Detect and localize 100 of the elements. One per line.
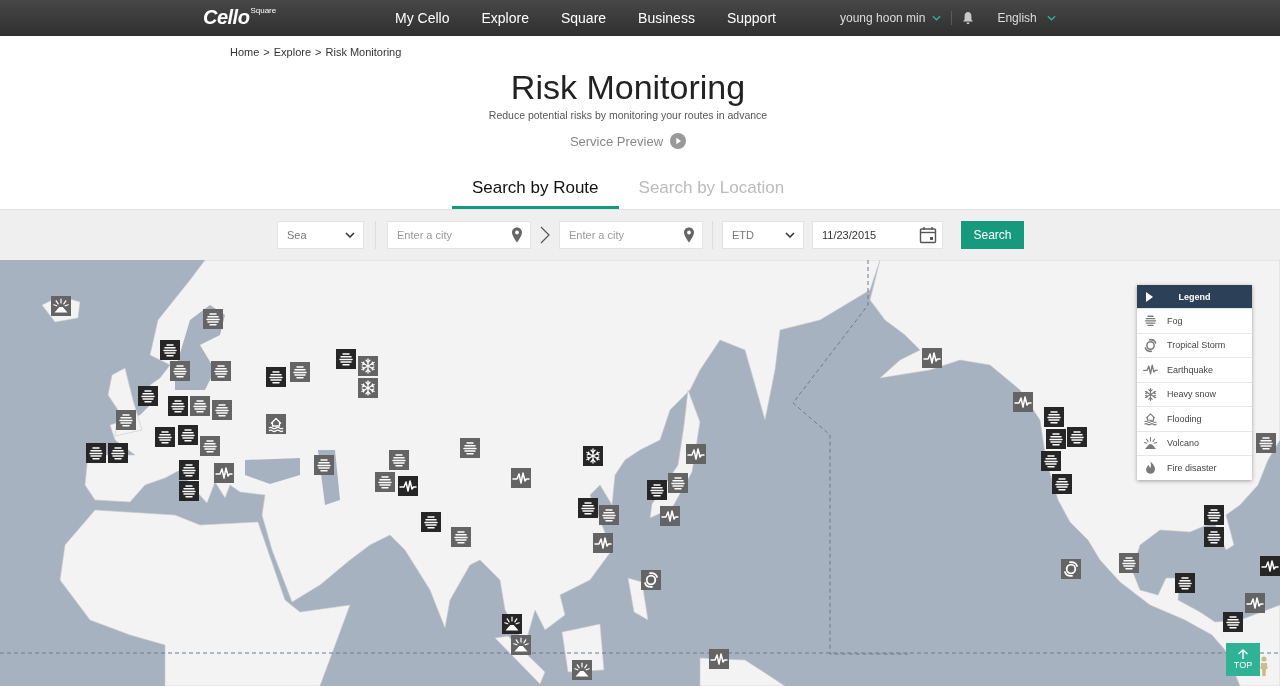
map-pin-icon[interactable] xyxy=(683,227,695,243)
legend-label: Fire disaster xyxy=(1167,462,1217,473)
breadcrumb-link[interactable]: Risk Monitoring xyxy=(325,45,402,59)
zigzag-marker-icon[interactable] xyxy=(1245,593,1265,613)
legend-label: Fog xyxy=(1167,315,1183,326)
calendar-icon[interactable] xyxy=(919,226,937,244)
fog-marker-icon[interactable] xyxy=(1223,612,1243,632)
snowflake-marker-icon[interactable] xyxy=(358,356,378,376)
flood-icon xyxy=(1142,410,1159,428)
fog-marker-icon[interactable] xyxy=(647,480,667,500)
zigzag-marker-icon[interactable] xyxy=(214,463,234,483)
date-field[interactable]: 11/23/2015 xyxy=(812,221,943,249)
fog-marker-icon[interactable] xyxy=(1175,573,1195,593)
fog-marker-icon[interactable] xyxy=(599,505,619,525)
fog-marker-icon[interactable] xyxy=(451,527,471,547)
bell-icon[interactable] xyxy=(962,11,975,25)
legend-label: Tropical Storm xyxy=(1167,340,1226,351)
volcano-marker-icon[interactable] xyxy=(511,635,531,655)
breadcrumb-link[interactable]: Home xyxy=(230,45,260,59)
nav-link[interactable]: Square xyxy=(560,10,607,26)
fog-marker-icon[interactable] xyxy=(1046,429,1066,449)
nav-link[interactable]: Support xyxy=(726,10,776,26)
nav-link[interactable]: My Cello xyxy=(395,10,450,26)
zigzag-marker-icon[interactable] xyxy=(398,476,418,496)
fog-marker-icon[interactable] xyxy=(314,455,334,475)
fog-marker-icon[interactable] xyxy=(200,436,220,456)
fog-marker-icon[interactable] xyxy=(178,425,198,445)
legend-label: Flooding xyxy=(1167,413,1202,424)
fog-marker-icon[interactable] xyxy=(266,367,286,387)
origin-city-field[interactable]: Enter a city xyxy=(387,221,531,249)
fog-marker-icon[interactable] xyxy=(108,443,128,463)
zigzag-marker-icon[interactable] xyxy=(660,506,680,526)
fog-marker-icon[interactable] xyxy=(389,450,409,470)
service-preview-link[interactable]: Service Preview xyxy=(569,133,664,149)
fog-marker-icon[interactable] xyxy=(155,427,175,447)
nav-link[interactable]: Business xyxy=(638,10,695,26)
chevron-down-icon xyxy=(1046,15,1056,21)
fog-marker-icon[interactable] xyxy=(290,362,310,382)
fog-marker-icon[interactable] xyxy=(1119,553,1139,573)
logo-superscript: Square xyxy=(250,6,277,15)
zigzag-marker-icon[interactable] xyxy=(686,444,706,464)
volcano-marker-icon[interactable] xyxy=(51,296,71,316)
chevron-down-icon xyxy=(345,232,355,238)
legend-title: Legend xyxy=(1177,291,1212,302)
fog-marker-icon[interactable] xyxy=(211,361,231,381)
fog-marker-icon[interactable] xyxy=(1052,474,1072,494)
date-type-select[interactable]: ETD xyxy=(722,221,804,249)
fog-marker-icon[interactable] xyxy=(86,443,106,463)
legend-label: Earthquake xyxy=(1167,364,1214,375)
zigzag-marker-icon[interactable] xyxy=(593,533,613,553)
user-menu[interactable]: young hoon min xyxy=(840,11,926,25)
zigzag-marker-icon[interactable] xyxy=(1260,556,1280,576)
zigzag-marker-icon[interactable] xyxy=(709,649,729,669)
fog-marker-icon[interactable] xyxy=(1067,427,1087,447)
zigzag-marker-icon[interactable] xyxy=(1013,392,1033,412)
legend-label: Volcano xyxy=(1167,438,1200,449)
fog-marker-icon[interactable] xyxy=(203,309,223,329)
fog-marker-icon[interactable] xyxy=(160,340,180,360)
nav-link[interactable]: Explore xyxy=(481,10,529,26)
fog-marker-icon[interactable] xyxy=(1041,451,1061,471)
page-title: Risk Monitoring xyxy=(509,67,747,107)
destination-city-field[interactable]: Enter a city xyxy=(559,221,703,249)
fog-marker-icon[interactable] xyxy=(179,481,199,501)
zigzag-marker-icon[interactable] xyxy=(922,348,942,368)
logo-text[interactable]: Cello xyxy=(203,0,250,34)
breadcrumb-link[interactable]: Explore xyxy=(273,45,312,59)
play-triangle-icon[interactable] xyxy=(1146,291,1153,302)
volcano-marker-icon[interactable] xyxy=(502,614,522,634)
chevron-down-icon xyxy=(932,15,942,21)
storm-icon xyxy=(1142,336,1159,354)
language-menu[interactable]: English xyxy=(997,11,1037,25)
fog-marker-icon[interactable] xyxy=(190,396,210,416)
fog-marker-icon[interactable] xyxy=(1256,433,1276,453)
storm-marker-icon[interactable] xyxy=(1061,559,1081,579)
transport-mode-select[interactable]: Sea xyxy=(277,221,364,249)
volcano-marker-icon[interactable] xyxy=(572,660,592,680)
storm-marker-icon[interactable] xyxy=(641,570,661,590)
fog-marker-icon[interactable] xyxy=(421,512,441,532)
fog-marker-icon[interactable] xyxy=(179,460,199,480)
fog-marker-icon[interactable] xyxy=(578,498,598,518)
fog-marker-icon[interactable] xyxy=(168,396,188,416)
fog-marker-icon[interactable] xyxy=(1044,407,1064,427)
search-button[interactable]: Search xyxy=(961,221,1024,249)
fog-marker-icon[interactable] xyxy=(668,473,688,493)
fog-marker-icon[interactable] xyxy=(170,361,190,381)
fog-marker-icon[interactable] xyxy=(138,386,158,406)
snowflake-marker-icon[interactable] xyxy=(583,446,603,466)
snowflake-marker-icon[interactable] xyxy=(358,378,378,398)
fog-marker-icon[interactable] xyxy=(336,349,356,369)
fog-marker-icon[interactable] xyxy=(460,438,480,458)
play-icon[interactable] xyxy=(670,133,687,149)
fog-marker-icon[interactable] xyxy=(1204,527,1224,547)
fog-marker-icon[interactable] xyxy=(116,410,136,430)
map-pin-icon[interactable] xyxy=(511,227,523,243)
breadcrumb-separator: > xyxy=(315,45,322,59)
fog-marker-icon[interactable] xyxy=(212,400,232,420)
fog-marker-icon[interactable] xyxy=(1204,505,1224,525)
flood-marker-icon[interactable] xyxy=(266,414,286,434)
fog-marker-icon[interactable] xyxy=(375,472,395,492)
zigzag-marker-icon[interactable] xyxy=(511,468,531,488)
